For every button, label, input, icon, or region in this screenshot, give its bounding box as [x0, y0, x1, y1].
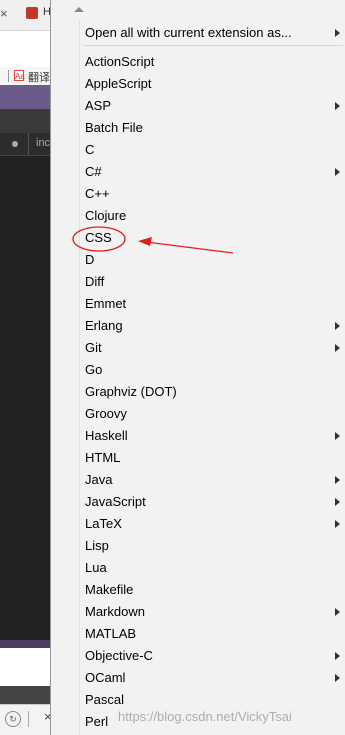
- menu-item-latex[interactable]: LaTeX: [85, 513, 340, 535]
- menu-item-objective-c[interactable]: Objective-C: [85, 645, 340, 667]
- submenu-arrow-icon: [335, 102, 340, 110]
- menu-item-label: C: [85, 142, 95, 157]
- menu-item-groovy[interactable]: Groovy: [85, 403, 340, 425]
- close-tab-icon[interactable]: ×: [0, 6, 10, 21]
- menu-item-c#[interactable]: C#: [85, 161, 340, 183]
- menu-item-label: Clojure: [85, 208, 127, 223]
- translate-icon[interactable]: Aa: [14, 70, 25, 81]
- menu-item-clojure[interactable]: Clojure: [85, 205, 340, 227]
- menu-item-label: D: [85, 252, 95, 267]
- menu-item-label: Diff: [85, 274, 105, 289]
- menu-item-diff[interactable]: Diff: [85, 271, 340, 293]
- watermark-text: https://blog.csdn.net/VickyTsai: [118, 709, 292, 724]
- submenu-arrow-icon: [335, 432, 340, 440]
- menu-item-label: Objective-C: [85, 648, 153, 663]
- menu-item-d[interactable]: D: [85, 249, 340, 271]
- menu-item-emmet[interactable]: Emmet: [85, 293, 340, 315]
- menu-item-c[interactable]: C: [85, 139, 340, 161]
- menu-item-lisp[interactable]: Lisp: [85, 535, 340, 557]
- menu-item-label: Perl: [85, 714, 109, 729]
- submenu-arrow-icon: [335, 29, 340, 37]
- menu-item-label: ActionScript: [85, 54, 155, 69]
- menu-item-label: Graphviz (DOT): [85, 384, 177, 399]
- tab-divider: [28, 133, 29, 155]
- menu-item-graphviz-dot[interactable]: Graphviz (DOT): [85, 381, 340, 403]
- submenu-arrow-icon: [335, 674, 340, 682]
- site-favicon-icon: [26, 7, 38, 19]
- syntax-context-menu: Open all with current extension as... Ac…: [50, 0, 345, 735]
- menu-item-label: Erlang: [85, 318, 123, 333]
- menu-item-applescript[interactable]: AppleScript: [85, 73, 340, 95]
- menu-item-label: LaTeX: [85, 516, 122, 531]
- menu-item-batch-file[interactable]: Batch File: [85, 117, 340, 139]
- menu-item-ocaml[interactable]: OCaml: [85, 667, 340, 689]
- menu-item-label: Go: [85, 362, 103, 377]
- menu-item-label: Lua: [85, 560, 107, 575]
- refresh-icon[interactable]: ↻: [5, 711, 21, 727]
- bookmark-separator: [8, 70, 9, 82]
- menu-item-label: CSS: [85, 230, 112, 245]
- submenu-arrow-icon: [335, 498, 340, 506]
- menu-separator: [83, 45, 343, 46]
- menu-item-label: Groovy: [85, 406, 127, 421]
- unsaved-dot-icon: [12, 141, 18, 147]
- editor-tab[interactable]: inc: [36, 137, 50, 149]
- menu-item-label: C++: [85, 186, 110, 201]
- menu-item-label: Makefile: [85, 582, 134, 597]
- taskbar-separator: [28, 711, 29, 727]
- menu-item-go[interactable]: Go: [85, 359, 340, 381]
- menu-item-git[interactable]: Git: [85, 337, 340, 359]
- menu-item-label: Git: [85, 340, 102, 355]
- bookmark-translate[interactable]: 翻译: [28, 69, 50, 85]
- submenu-arrow-icon: [335, 652, 340, 660]
- menu-item-label: Lisp: [85, 538, 109, 553]
- menu-item-c++[interactable]: C++: [85, 183, 340, 205]
- menu-item-css[interactable]: CSS: [85, 227, 340, 249]
- menu-item-label: AppleScript: [85, 76, 152, 91]
- menu-item-label: Markdown: [85, 604, 145, 619]
- menu-item-java[interactable]: Java: [85, 469, 340, 491]
- menu-item-haskell[interactable]: Haskell: [85, 425, 340, 447]
- menu-item-erlang[interactable]: Erlang: [85, 315, 340, 337]
- menu-item-html[interactable]: HTML: [85, 447, 340, 469]
- scroll-up-arrow-icon[interactable]: [74, 7, 84, 12]
- submenu-arrow-icon: [335, 344, 340, 352]
- menu-item-label: MATLAB: [85, 626, 137, 641]
- submenu-arrow-icon: [335, 476, 340, 484]
- menu-item-label: C#: [85, 164, 102, 179]
- menu-item-label: Java: [85, 472, 113, 487]
- menu-item-asp[interactable]: ASP: [85, 95, 340, 117]
- menu-item-actionscript[interactable]: ActionScript: [85, 51, 340, 73]
- submenu-arrow-icon: [335, 520, 340, 528]
- menu-item-label: JavaScript: [85, 494, 146, 509]
- menu-item-label: Haskell: [85, 428, 128, 443]
- menu-item-matlab[interactable]: MATLAB: [85, 623, 340, 645]
- submenu-arrow-icon: [335, 608, 340, 616]
- menu-item-label: Emmet: [85, 296, 127, 311]
- submenu-arrow-icon: [335, 322, 340, 330]
- menu-item-open-all-with-extension[interactable]: Open all with current extension as...: [85, 22, 340, 44]
- menu-item-label: ASP: [85, 98, 112, 113]
- menu-item-label: OCaml: [85, 670, 126, 685]
- menu-item-javascript[interactable]: JavaScript: [85, 491, 340, 513]
- menu-item-markdown[interactable]: Markdown: [85, 601, 340, 623]
- menu-item-makefile[interactable]: Makefile: [85, 579, 340, 601]
- menu-item-label: Open all with current extension as...: [85, 25, 292, 40]
- menu-item-label: Pascal: [85, 692, 125, 707]
- menu-item-label: HTML: [85, 450, 121, 465]
- submenu-arrow-icon: [335, 168, 340, 176]
- menu-item-lua[interactable]: Lua: [85, 557, 340, 579]
- menu-item-pascal[interactable]: Pascal: [85, 689, 340, 711]
- menu-icon-gutter: [79, 20, 80, 735]
- menu-item-label: Batch File: [85, 120, 143, 135]
